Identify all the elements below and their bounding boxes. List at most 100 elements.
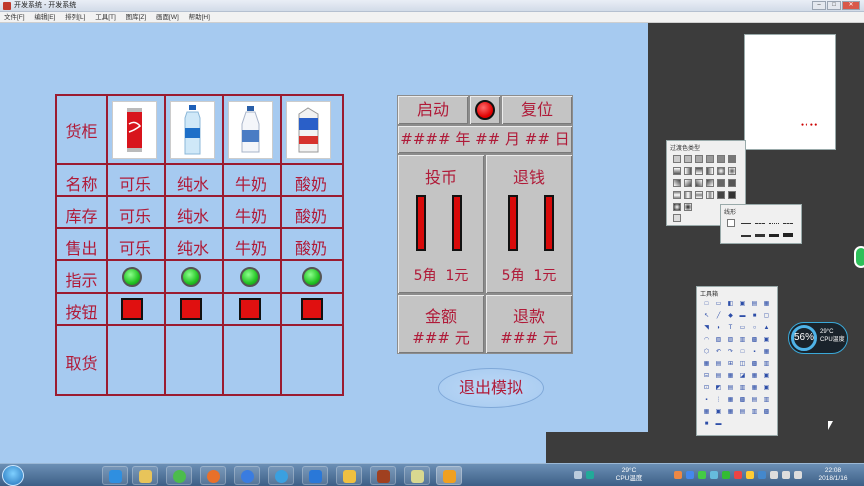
tool-icon[interactable]: ■ <box>751 313 758 320</box>
tool-icon[interactable]: ▤ <box>727 385 734 392</box>
toolbox-window[interactable]: 工具箱 □ ▭ ◧ ▣ ▤ ▦ ↖ ╱ ◆ ▬ ■ ▢ ◥ ◗ T ▭ ○ ▲ ◠ ▧ ▨ ▥ ▩ ▣ ⬡ ↶ ↷ □ ▪ ▦ ▦ ▤ ⊞ ◫ ▩ ▥… <box>696 286 778 436</box>
tool-icon[interactable]: ▪ <box>703 397 710 404</box>
menu-tools[interactable]: 工具[T] <box>95 12 116 23</box>
tool-icon[interactable]: ▦ <box>751 385 758 392</box>
tool-icon[interactable]: ▣ <box>739 301 746 308</box>
tool-icon[interactable]: ▥ <box>763 361 770 368</box>
tool-icon[interactable]: ▦ <box>727 397 734 404</box>
tool-icon[interactable]: ↷ <box>727 349 734 356</box>
tray-icon[interactable] <box>686 471 694 479</box>
tool-icon[interactable]: ▭ <box>739 325 746 332</box>
taskbar-ie[interactable] <box>102 466 128 485</box>
taskbar-app-yellow[interactable] <box>336 466 362 485</box>
tool-icon[interactable]: ▦ <box>727 373 734 380</box>
fill-swatch[interactable] <box>695 155 703 163</box>
volume-icon[interactable] <box>782 471 790 479</box>
fill-swatch[interactable] <box>673 179 681 187</box>
tool-icon[interactable]: ▥ <box>751 409 758 416</box>
fill-swatch[interactable] <box>706 179 714 187</box>
buy-milk-button[interactable] <box>239 298 261 320</box>
tray-icon[interactable] <box>710 471 718 479</box>
tool-icon[interactable]: ↶ <box>715 349 722 356</box>
tool-icon[interactable]: ▭ <box>715 301 722 308</box>
taskbar-app-note[interactable] <box>404 466 430 485</box>
clock[interactable]: 22:08 2018/1/16 <box>808 467 858 483</box>
fill-swatch[interactable] <box>673 155 681 163</box>
taskbar-app-bird[interactable] <box>302 466 328 485</box>
fill-swatch[interactable] <box>717 179 725 187</box>
taskbar-app-book[interactable] <box>370 466 396 485</box>
tool-icon[interactable]: ▦ <box>751 373 758 380</box>
tool-icon[interactable]: ▣ <box>763 337 770 344</box>
input-method-icon[interactable] <box>794 471 802 479</box>
line-none-swatch[interactable] <box>727 219 735 227</box>
tool-icon[interactable]: ▥ <box>739 337 746 344</box>
cpu-monitor-widget[interactable]: 56% 29°C CPU温度 <box>788 322 848 354</box>
tool-icon[interactable]: ▦ <box>763 349 770 356</box>
fill-swatch[interactable] <box>728 179 736 187</box>
line-swatch[interactable] <box>769 223 779 224</box>
taskbar-360[interactable] <box>166 466 192 485</box>
tool-icon[interactable]: ▣ <box>763 373 770 380</box>
tool-icon[interactable]: ▥ <box>763 397 770 404</box>
fill-swatch[interactable] <box>684 167 692 175</box>
tray-icon[interactable] <box>574 471 582 479</box>
tool-icon[interactable]: ○ <box>751 325 758 332</box>
tool-icon[interactable]: ▣ <box>763 385 770 392</box>
tool-icon[interactable]: ◪ <box>739 373 746 380</box>
tool-icon[interactable]: ▣ <box>715 409 722 416</box>
tool-icon[interactable]: ▬ <box>739 313 746 320</box>
coin-1yuan-slot[interactable] <box>452 195 462 251</box>
tool-icon[interactable]: ▦ <box>727 409 734 416</box>
tool-icon[interactable]: ╱ <box>715 313 722 320</box>
tray-icon[interactable] <box>586 471 594 479</box>
tray-icon[interactable] <box>746 471 754 479</box>
menu-screen[interactable]: 画面[W] <box>156 12 179 23</box>
tool-icon[interactable]: ◫ <box>739 361 746 368</box>
line-swatch[interactable] <box>769 234 779 237</box>
tool-icon[interactable]: ▤ <box>715 373 722 380</box>
reset-button[interactable]: 复位 <box>501 95 573 125</box>
tool-icon[interactable]: T <box>727 325 734 332</box>
fill-swatch[interactable] <box>684 203 692 211</box>
tool-icon[interactable]: ▪ <box>751 349 758 356</box>
tool-icon[interactable]: ⋮ <box>715 397 722 404</box>
fill-swatch[interactable] <box>684 191 692 199</box>
fill-swatch[interactable] <box>706 167 714 175</box>
side-float-button[interactable] <box>854 246 864 268</box>
line-swatch[interactable] <box>755 234 765 237</box>
tray-icon[interactable] <box>734 471 742 479</box>
tool-icon[interactable]: ▦ <box>703 409 710 416</box>
taskbar-baidu[interactable] <box>234 466 260 485</box>
tool-icon[interactable]: ↖ <box>703 313 710 320</box>
menu-arrange[interactable]: 排列[L] <box>65 12 85 23</box>
line-swatch[interactable] <box>755 223 765 224</box>
fill-swatch[interactable] <box>695 179 703 187</box>
fill-swatch[interactable] <box>706 191 714 199</box>
tray-icon[interactable] <box>758 471 766 479</box>
fill-swatch[interactable] <box>673 214 681 222</box>
tray-icon[interactable] <box>674 471 682 479</box>
refund-1yuan-slot[interactable] <box>544 195 554 251</box>
fill-swatch[interactable] <box>673 203 681 211</box>
tool-icon[interactable]: ⊟ <box>703 373 710 380</box>
refund-5jiao-slot[interactable] <box>508 195 518 251</box>
taskbar-dev-system[interactable] <box>436 466 462 485</box>
tool-icon[interactable]: ▦ <box>703 361 710 368</box>
start-button[interactable] <box>2 465 24 486</box>
tool-icon[interactable]: □ <box>703 301 710 308</box>
tool-icon[interactable]: ▧ <box>715 337 722 344</box>
tool-icon[interactable]: ▲ <box>763 325 770 332</box>
refund-button[interactable]: 退款 ### 元 <box>485 294 573 354</box>
tool-icon[interactable]: ▤ <box>751 301 758 308</box>
close-button[interactable]: ✕ <box>842 1 860 10</box>
buy-cola-button[interactable] <box>121 298 143 320</box>
minimize-button[interactable]: – <box>812 1 826 10</box>
fill-swatch[interactable] <box>673 167 681 175</box>
tool-icon[interactable]: ◩ <box>715 385 722 392</box>
fill-swatch[interactable] <box>728 191 736 199</box>
fill-swatch[interactable] <box>717 155 725 163</box>
tool-icon[interactable]: ◆ <box>727 313 734 320</box>
taskbar-explorer[interactable] <box>132 466 158 485</box>
tool-icon[interactable]: ▢ <box>763 313 770 320</box>
